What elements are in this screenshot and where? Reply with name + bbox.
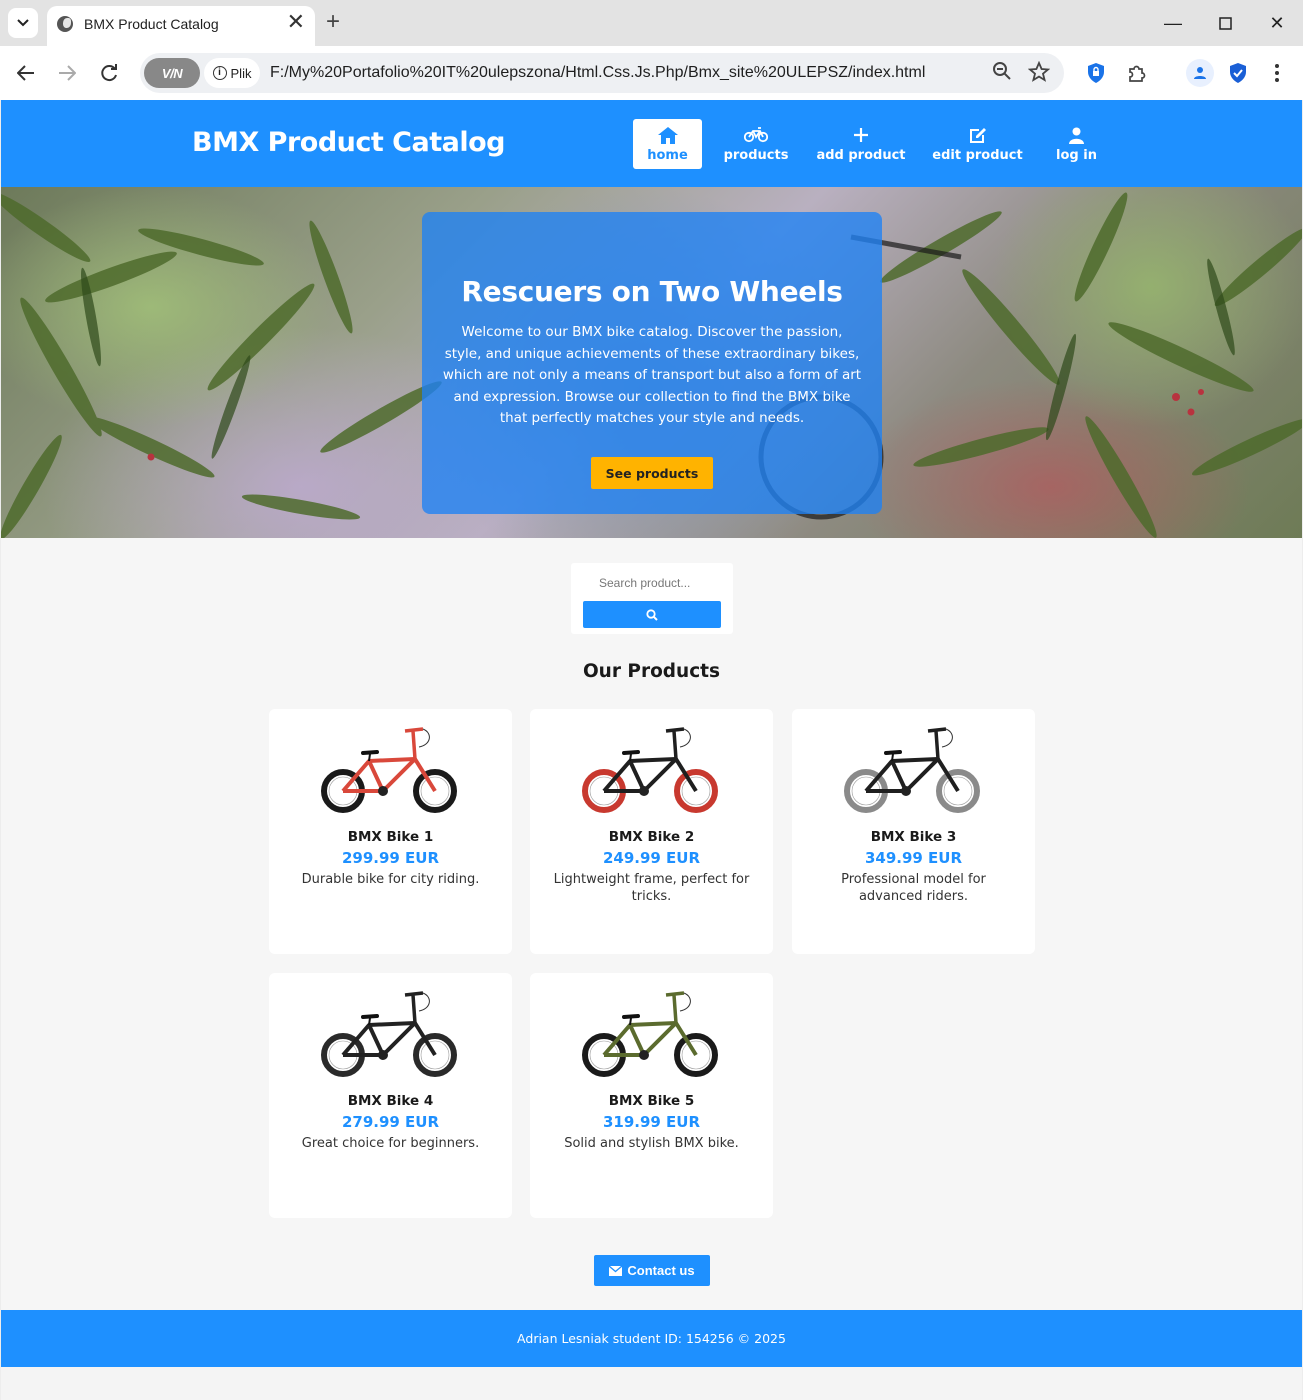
window-controls: — ✕: [1147, 0, 1303, 46]
minimize-icon[interactable]: —: [1147, 0, 1199, 46]
products-heading: Our Products: [582, 661, 721, 682]
site-header: BMX Product Catalog home products add pr…: [1, 100, 1302, 187]
contact-us-button[interactable]: Contact us: [594, 1255, 710, 1286]
edit-icon: [969, 125, 987, 145]
bookmark-star-icon[interactable]: [1027, 60, 1051, 89]
product-price: 299.99 EUR: [341, 849, 440, 867]
search-icon: [646, 608, 658, 621]
search-button[interactable]: [583, 601, 721, 628]
url-text[interactable]: F:/My%20Portafolio%20IT%20ulepszona/Html…: [270, 64, 925, 82]
product-card[interactable]: BMX Bike 5 319.99 EUR Solid and stylish BM…: [530, 973, 773, 1218]
footer-text: Adrian Lesniak student ID: 154256 © 2025: [517, 1331, 786, 1346]
nav-log-in[interactable]: log in: [1043, 119, 1110, 169]
zoom-icon[interactable]: [992, 61, 1012, 87]
plus-icon: [854, 125, 868, 145]
security-shield-icon[interactable]: [1225, 60, 1251, 86]
contact-us-label: Contact us: [627, 1263, 695, 1278]
nav-products[interactable]: products: [702, 119, 810, 169]
browser-tab[interactable]: BMX Product Catalog ✕: [47, 6, 315, 46]
nav-home[interactable]: home: [633, 119, 702, 169]
product-image[interactable]: [580, 983, 722, 1079]
product-image[interactable]: [842, 719, 984, 815]
site-brand[interactable]: BMX Product Catalog: [192, 127, 505, 158]
product-image[interactable]: [319, 719, 461, 815]
nav-products-label: products: [723, 148, 789, 163]
nav-add-product[interactable]: add product: [810, 119, 912, 169]
browser-menu-icon[interactable]: [1264, 60, 1290, 86]
nav-log-in-label: log in: [1056, 148, 1097, 163]
back-icon[interactable]: [12, 59, 40, 87]
product-card[interactable]: BMX Bike 2 249.99 EUR Lightweight frame, p…: [530, 709, 773, 954]
hero-title: Rescuers on Two Wheels: [461, 275, 843, 308]
browser-toolbar: V/N i Plik F:/My%20Portafolio%20IT%20ule…: [0, 46, 1303, 100]
product-card[interactable]: BMX Bike 4 279.99 EUR Great choice for beg…: [269, 973, 512, 1218]
product-name: BMX Bike 2: [608, 829, 695, 845]
site-info-button[interactable]: i Plik: [204, 58, 260, 88]
product-price: 349.99 EUR: [864, 849, 963, 867]
browser-tabstrip: BMX Product Catalog ✕ + — ✕: [0, 0, 1303, 46]
tab-title: BMX Product Catalog: [84, 16, 219, 32]
globe-icon: [57, 16, 73, 32]
maximize-icon[interactable]: [1199, 0, 1251, 46]
product-price: 319.99 EUR: [602, 1113, 701, 1131]
main-nav: home products add product edit product l…: [633, 119, 1110, 169]
product-description: Lightweight frame, perfect for tricks.: [553, 872, 750, 904]
product-description: Great choice for beginners.: [301, 1136, 480, 1151]
nav-edit-product[interactable]: edit product: [912, 119, 1043, 169]
product-name: BMX Bike 1: [347, 829, 434, 845]
page-bottom-space: [1, 1367, 1302, 1400]
product-description: Professional model for advanced riders.: [841, 872, 986, 904]
user-icon: [1069, 125, 1084, 145]
nav-home-label: home: [647, 148, 688, 163]
hero-panel: Rescuers on Two Wheels Welcome to our BM…: [422, 212, 882, 514]
product-image[interactable]: [580, 719, 722, 815]
product-description: Durable bike for city riding.: [301, 872, 480, 887]
vpn-badge[interactable]: V/N: [144, 58, 200, 88]
home-icon: [657, 125, 678, 145]
product-price: 249.99 EUR: [602, 849, 701, 867]
reload-icon[interactable]: [95, 59, 123, 87]
product-image[interactable]: [319, 983, 461, 1079]
extensions-icon[interactable]: [1124, 60, 1150, 86]
new-tab-icon[interactable]: +: [326, 8, 340, 36]
hero-text: Welcome to our BMX bike catalog. Discove…: [442, 324, 862, 427]
product-price: 279.99 EUR: [341, 1113, 440, 1131]
search-input[interactable]: [583, 571, 721, 595]
close-window-icon[interactable]: ✕: [1251, 0, 1303, 46]
site-footer: Adrian Lesniak student ID: 154256 © 2025: [1, 1310, 1302, 1367]
password-manager-icon[interactable]: [1083, 60, 1109, 86]
close-tab-icon[interactable]: ✕: [287, 11, 305, 33]
search-box: [571, 563, 733, 634]
scheme-label: Plik: [230, 65, 252, 81]
bicycle-icon: [744, 125, 768, 145]
product-description: Solid and stylish BMX bike.: [564, 1136, 739, 1151]
product-name: BMX Bike 5: [608, 1093, 695, 1109]
info-icon: i: [212, 66, 227, 80]
hero-banner: Rescuers on Two Wheels Welcome to our BM…: [1, 187, 1302, 538]
chevron-down-icon: [17, 19, 29, 27]
address-bar[interactable]: V/N i Plik F:/My%20Portafolio%20IT%20ule…: [140, 53, 1064, 93]
tab-search-button[interactable]: [8, 8, 38, 38]
nav-edit-product-label: edit product: [932, 148, 1023, 163]
nav-add-product-label: add product: [816, 148, 906, 163]
see-products-button[interactable]: See products: [591, 457, 713, 489]
product-name: BMX Bike 4: [347, 1093, 434, 1109]
page-viewport: BMX Product Catalog home products add pr…: [1, 100, 1302, 1400]
product-card[interactable]: BMX Bike 3 349.99 EUR Professional model f…: [792, 709, 1035, 954]
forward-icon[interactable]: [53, 59, 81, 87]
product-card[interactable]: BMX Bike 1 299.99 EUR Durable bike for cit…: [269, 709, 512, 954]
envelope-icon: [609, 1265, 623, 1276]
product-name: BMX Bike 3: [870, 829, 957, 845]
profile-avatar-icon[interactable]: [1186, 59, 1214, 87]
